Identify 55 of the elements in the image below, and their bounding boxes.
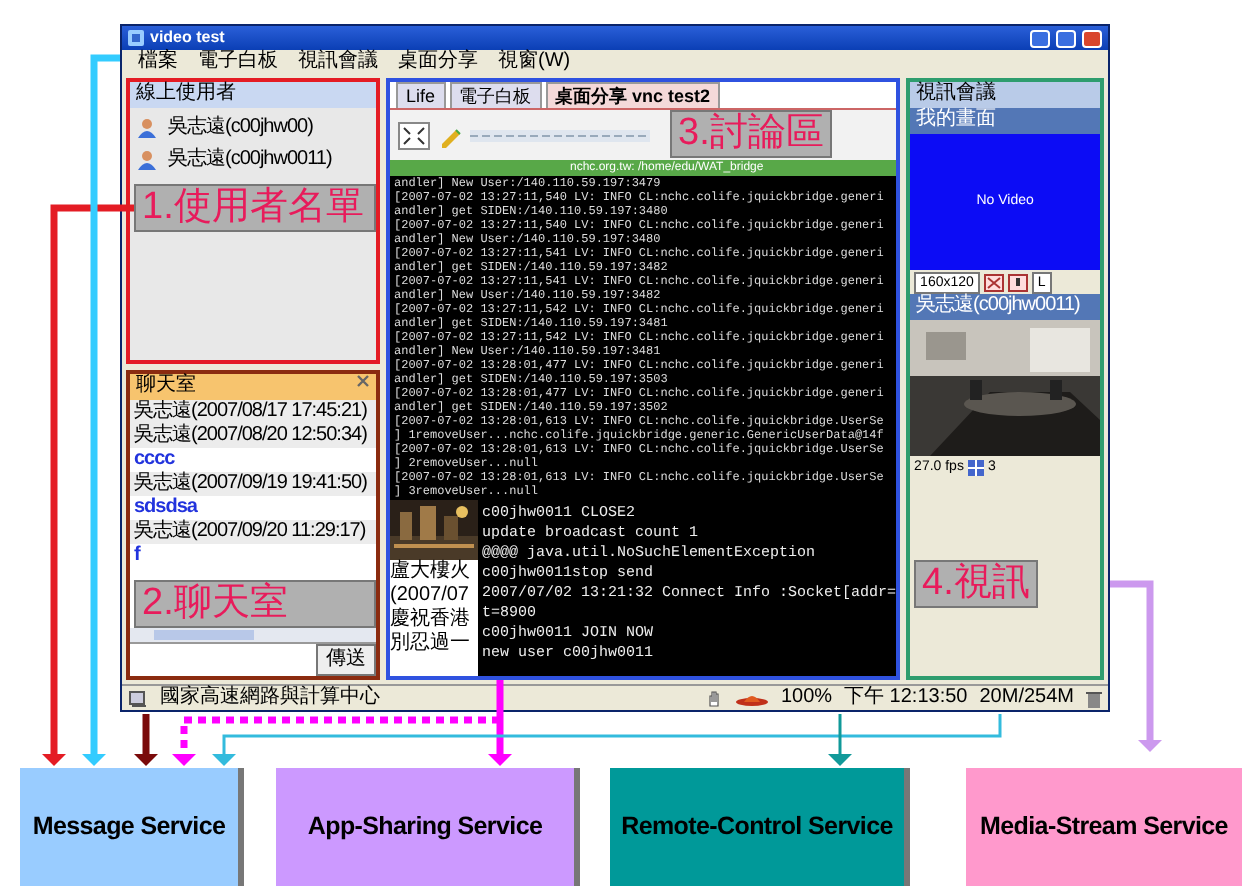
panel-title: 聊天室: [136, 374, 196, 400]
user-name[interactable]: 吳志遠(c00jhw0011): [164, 148, 336, 172]
message-text: sdsdsa: [132, 496, 200, 519]
organization-name: 國家高速網路與計算中心: [160, 686, 382, 710]
person-icon: [138, 118, 156, 138]
trash-icon: [1086, 689, 1102, 707]
window-title: video test: [150, 28, 227, 48]
tab[interactable]: 桌面分享 vnc test2: [545, 82, 721, 108]
panel-title: 視訊會議: [910, 82, 1101, 108]
message-text: f: [132, 544, 143, 568]
panel-title: 線上使用者: [130, 82, 376, 108]
clock: 下午 12:13:50: [844, 686, 968, 710]
send-button[interactable]: 傳送: [316, 644, 376, 676]
annotation-label: 4.視訊: [914, 560, 1038, 608]
menu-item[interactable]: 檔案: [138, 50, 178, 74]
video-title: 吳志遠(c00jhw0011): [910, 294, 1101, 320]
user-name[interactable]: 吳志遠(c00jhw00): [164, 116, 317, 140]
menu-item[interactable]: 視窗(W): [498, 50, 571, 74]
video-title: 我的畫面: [910, 108, 1101, 134]
close-button[interactable]: [1082, 29, 1102, 47]
service-block: Message Service: [20, 768, 244, 886]
memory-usage: 20M/254M: [979, 686, 1074, 710]
annotation-label: 2.聊天室: [134, 580, 376, 628]
annotation-label: 1.使用者名單: [134, 184, 376, 232]
close-icon: [356, 374, 370, 388]
news-text: 慶祝香港: [390, 608, 472, 632]
pencil-icon: [438, 123, 462, 147]
message-header: 吳志遠(2007/08/17 17:45:21): [130, 400, 376, 424]
hand-icon: [706, 689, 725, 707]
service-block: Remote-Control Service: [610, 768, 910, 886]
maximize-button[interactable]: [1056, 29, 1076, 47]
message-header: 吳志遠(2007/09/20 11:29:17): [130, 520, 376, 544]
annotation-label: 3.討論區: [670, 110, 832, 158]
message-text: cccc: [132, 448, 177, 471]
news-text: 別忍過一: [390, 632, 472, 656]
news-text: (2007/07: [390, 584, 471, 607]
message-header: 吳志遠(2007/09/19 19:41:50): [130, 472, 376, 496]
grid-icon: [967, 460, 984, 476]
person-icon: [138, 150, 156, 170]
menu-item[interactable]: 視訊會議: [298, 50, 378, 74]
hat-icon: [736, 690, 769, 706]
minimize-button[interactable]: [1030, 29, 1050, 47]
microphone-icon: [1007, 273, 1028, 291]
zoom-level: 100%: [780, 686, 833, 710]
service-block: App-Sharing Service: [276, 768, 580, 886]
camera-icon: [983, 273, 1004, 291]
tab[interactable]: Life: [396, 82, 446, 108]
app-icon: [128, 30, 144, 46]
news-link[interactable]: 盧大樓火: [390, 560, 478, 584]
menu-item[interactable]: 電子白板: [198, 50, 278, 74]
tab[interactable]: 電子白板: [449, 82, 542, 108]
service-block: Media-Stream Service: [966, 768, 1242, 886]
menu-item[interactable]: 桌面分享: [398, 50, 478, 74]
network-icon: [128, 689, 148, 707]
message-header: 吳志遠(2007/08/20 12:50:34): [130, 424, 376, 448]
